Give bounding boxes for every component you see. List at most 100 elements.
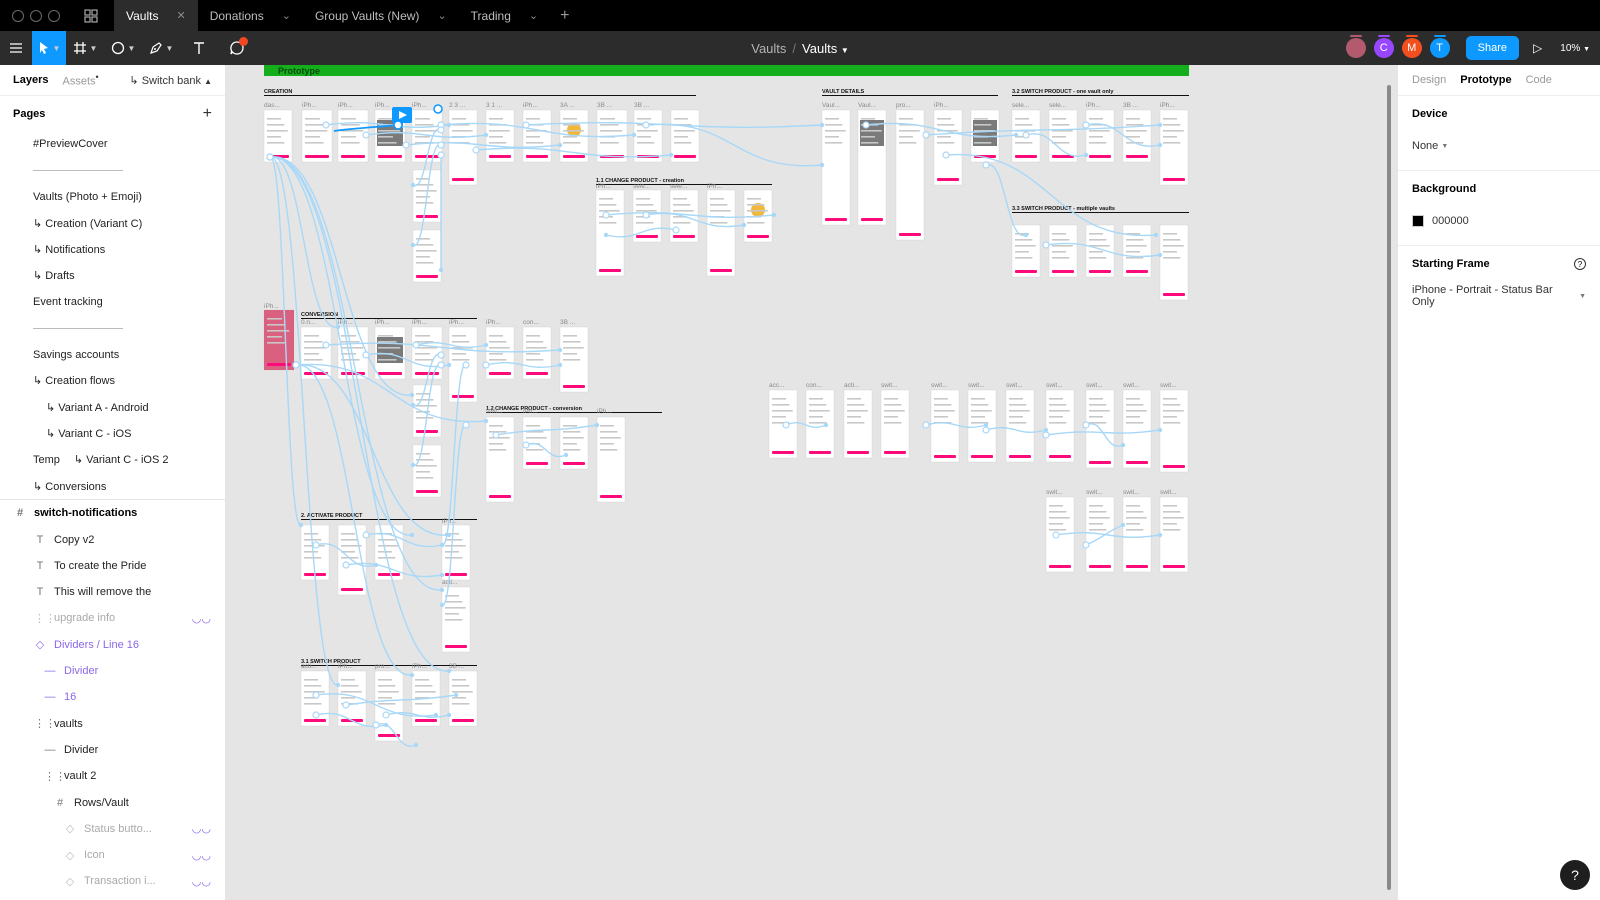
- main-menu-icon[interactable]: [0, 31, 32, 65]
- page-item[interactable]: ↳ Variant A - Android: [0, 394, 225, 420]
- connector-node[interactable]: [482, 361, 490, 369]
- prototype-frame[interactable]: [1122, 496, 1152, 573]
- avatar[interactable]: [1345, 35, 1366, 58]
- move-tool-button[interactable]: ▼: [32, 31, 66, 65]
- connector-node[interactable]: [362, 531, 370, 539]
- close-tab-icon[interactable]: ✕: [176, 9, 185, 22]
- connector-node[interactable]: [462, 361, 470, 369]
- prototype-frame[interactable]: [843, 389, 873, 459]
- tab-trading[interactable]: Trading ⌄: [459, 0, 550, 31]
- canvas-content[interactable]: Prototype CREATION VAULT DETAILS 3.2 SWITCH…: [226, 65, 1397, 900]
- page-item[interactable]: ↳ Creation (Variant C): [0, 210, 225, 236]
- avatar[interactable]: C: [1373, 35, 1394, 58]
- layer-row[interactable]: — 16: [0, 684, 225, 710]
- shape-tool-button[interactable]: ▼: [104, 31, 142, 65]
- prototype-frame[interactable]: [485, 416, 515, 503]
- avatar[interactable]: T: [1429, 35, 1450, 58]
- layer-row[interactable]: ◇ Icon ◡◡: [0, 842, 225, 868]
- prototype-frame[interactable]: [1159, 389, 1189, 473]
- prototype-frame[interactable]: [930, 389, 960, 463]
- connector-node[interactable]: [292, 361, 300, 369]
- chevron-down-icon[interactable]: ⌄: [437, 9, 446, 22]
- chevron-down-icon[interactable]: ▼: [841, 46, 849, 55]
- help-button[interactable]: ?: [1560, 860, 1590, 890]
- prototype-frame[interactable]: [880, 389, 910, 459]
- layer-row[interactable]: T To create the Pride: [0, 553, 225, 579]
- prototype-frame[interactable]: [448, 109, 478, 186]
- maximize-window-icon[interactable]: [48, 9, 60, 22]
- tab-donations[interactable]: Donations ⌄: [198, 0, 303, 31]
- connector-node[interactable]: [312, 711, 320, 719]
- page-item[interactable]: Temp ↳ Variant C - iOS 2: [0, 447, 225, 473]
- page-item[interactable]: ↳ Variant C - iOS: [0, 420, 225, 446]
- page-item[interactable]: ↳ Drafts: [0, 262, 225, 288]
- connector-node[interactable]: [1082, 541, 1090, 549]
- connector-node[interactable]: [437, 351, 445, 359]
- prototype-frame[interactable]: [1005, 389, 1035, 463]
- hidden-eye-icon[interactable]: ◡◡: [192, 875, 211, 888]
- connector-node[interactable]: [602, 211, 610, 219]
- connector-node[interactable]: [982, 426, 990, 434]
- selected-connector-node[interactable]: [393, 120, 403, 130]
- prototype-frame[interactable]: [821, 109, 851, 226]
- connector-node[interactable]: [922, 131, 930, 139]
- connector-node[interactable]: [437, 141, 445, 149]
- connector-node[interactable]: [462, 421, 470, 429]
- hidden-eye-icon[interactable]: ◡◡: [192, 612, 211, 625]
- prototype-frame[interactable]: [595, 189, 625, 277]
- prototype-frame[interactable]: [596, 416, 626, 503]
- connector-node[interactable]: [1042, 431, 1050, 439]
- connector-node[interactable]: [472, 146, 480, 154]
- connector-node[interactable]: [522, 121, 530, 129]
- page-switcher[interactable]: ↳ Switch bank ▲: [129, 74, 212, 87]
- breadcrumb-project[interactable]: Vaults: [751, 41, 786, 56]
- minimize-window-icon[interactable]: [30, 9, 42, 22]
- connector-node[interactable]: [522, 441, 530, 449]
- connector-node[interactable]: [382, 711, 390, 719]
- page-item[interactable]: ↳ Creation flows: [0, 368, 225, 394]
- layer-row[interactable]: T Copy v2: [0, 526, 225, 552]
- background-color-field[interactable]: 000000: [1412, 207, 1586, 235]
- connector-node[interactable]: [1052, 531, 1060, 539]
- tab-layers[interactable]: Layers: [13, 74, 48, 86]
- tab-assets[interactable]: Assets•: [62, 72, 98, 88]
- tab-code[interactable]: Code: [1526, 74, 1552, 86]
- layer-row[interactable]: # switch-notifications: [0, 500, 225, 526]
- connector-node[interactable]: [1082, 421, 1090, 429]
- text-tool-button[interactable]: [180, 31, 218, 65]
- connector-node[interactable]: [372, 721, 380, 729]
- prototype-frame[interactable]: [1045, 389, 1075, 463]
- connector-node[interactable]: [362, 131, 370, 139]
- connector-node[interactable]: [492, 431, 500, 439]
- layer-row[interactable]: — Divider: [0, 658, 225, 684]
- selected-connector-node[interactable]: [433, 104, 443, 114]
- page-item[interactable]: ↳ Conversions: [0, 473, 225, 499]
- close-window-icon[interactable]: [12, 9, 24, 22]
- canvas[interactable]: Prototype CREATION VAULT DETAILS 3.2 SWITCH…: [226, 65, 1397, 900]
- pen-tool-button[interactable]: ▼: [142, 31, 180, 65]
- connector-node[interactable]: [1042, 241, 1050, 249]
- layer-row[interactable]: ◇ Dividers / Line 16: [0, 632, 225, 658]
- connector-node[interactable]: [322, 121, 330, 129]
- page-item[interactable]: Savings accounts: [0, 341, 225, 367]
- connector-node[interactable]: [942, 151, 950, 159]
- page-item[interactable]: Event tracking: [0, 289, 225, 315]
- layer-row[interactable]: T This will remove the: [0, 579, 225, 605]
- prototype-frame[interactable]: [1159, 109, 1189, 186]
- page-item[interactable]: #PreviewCover: [0, 131, 225, 157]
- connector-node[interactable]: [342, 561, 350, 569]
- layer-row[interactable]: ⋮⋮ vaults: [0, 711, 225, 737]
- prototype-frame[interactable]: [706, 189, 736, 277]
- device-select[interactable]: None ▼: [1412, 132, 1586, 160]
- starting-frame-select[interactable]: iPhone - Portrait - Status Bar Only ▼: [1412, 282, 1586, 310]
- background-hex[interactable]: 000000: [1432, 215, 1469, 227]
- connector-node[interactable]: [642, 211, 650, 219]
- zoom-level[interactable]: 10% ▼: [1560, 43, 1590, 54]
- avatar[interactable]: M: [1401, 35, 1422, 58]
- prototype-frame[interactable]: [895, 109, 925, 241]
- home-grid-icon[interactable]: [76, 0, 106, 31]
- layer-row[interactable]: ◇ Status butto... ◡◡: [0, 816, 225, 842]
- tab-prototype[interactable]: Prototype: [1460, 74, 1511, 86]
- prototype-frame[interactable]: [933, 109, 963, 186]
- tab-group-vaults-new[interactable]: Group Vaults (New) ⌄: [303, 0, 459, 31]
